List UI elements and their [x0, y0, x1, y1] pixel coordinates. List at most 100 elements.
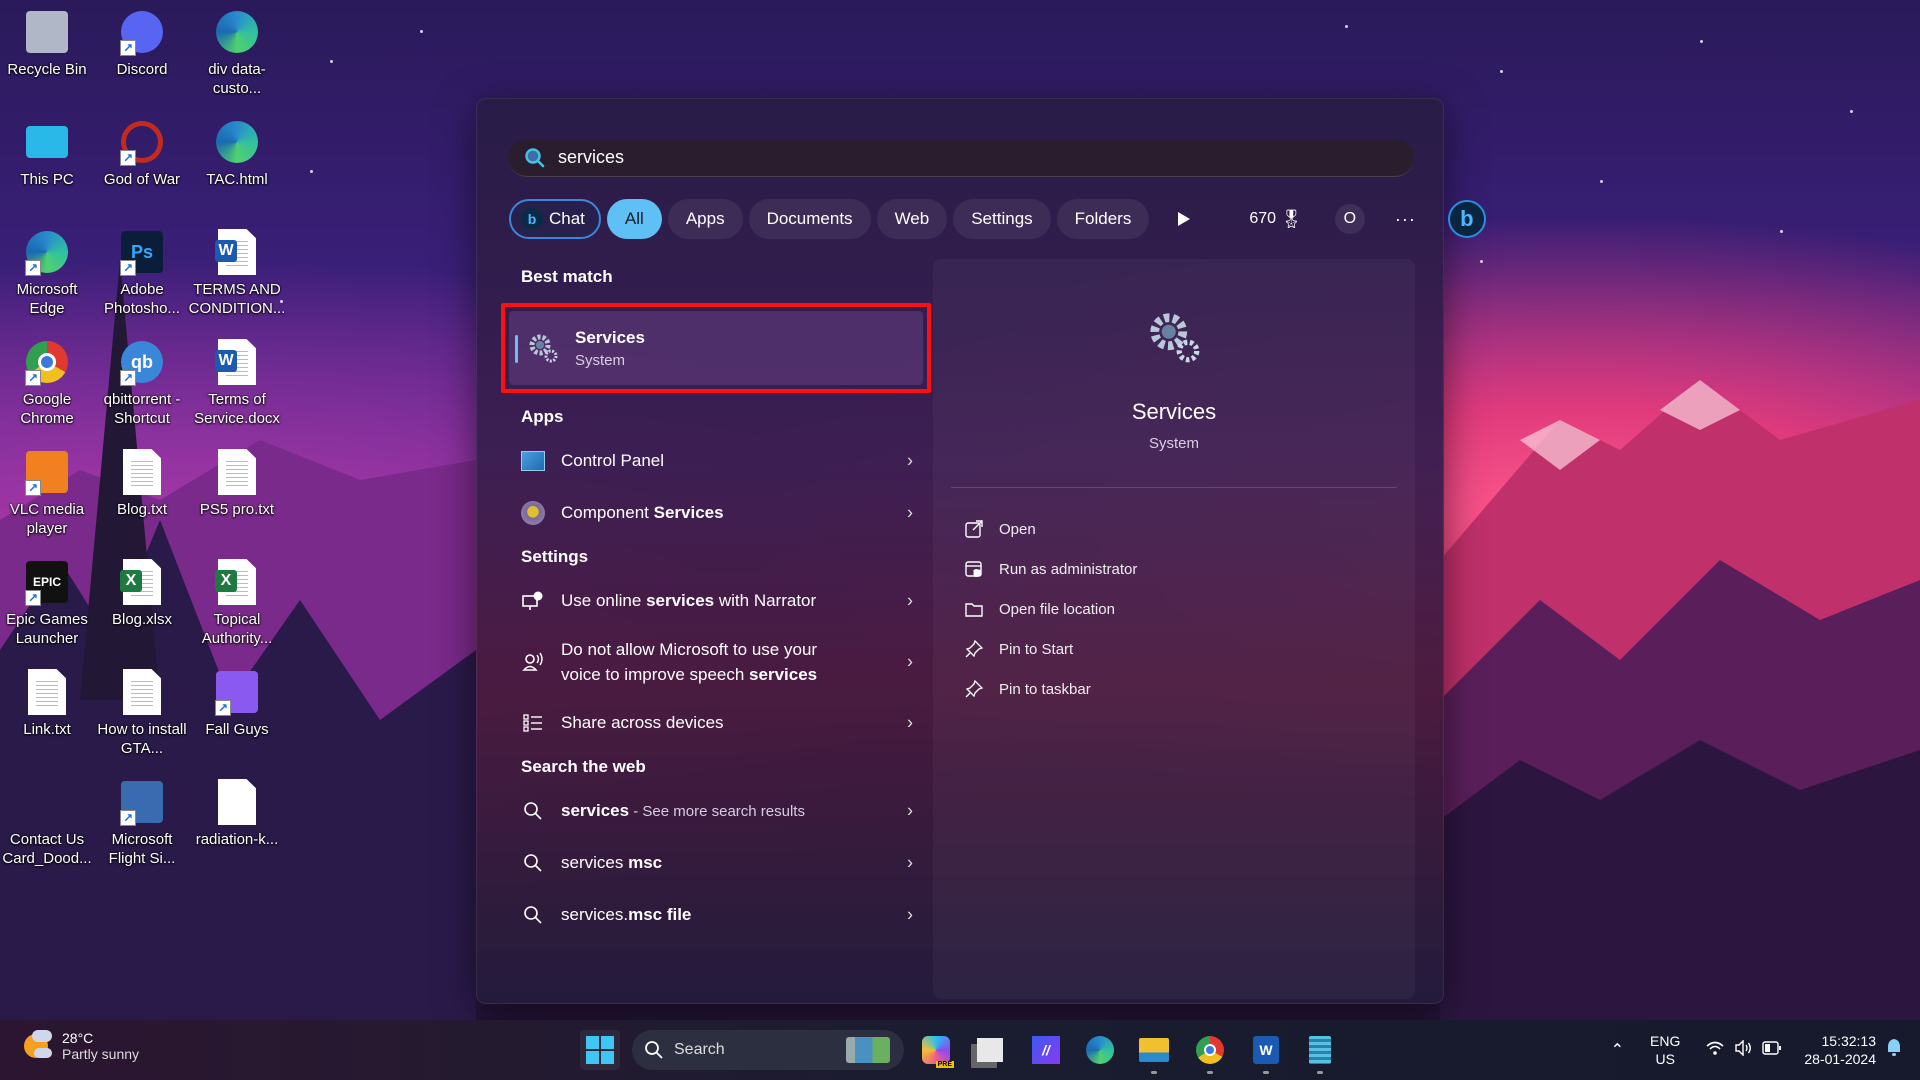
desktop-icon[interactable]: W Terms of Service.docx: [189, 338, 285, 428]
search-icon: [645, 1041, 663, 1059]
action-open[interactable]: Open: [963, 509, 1137, 549]
desktop-icon[interactable]: X Blog.xlsx: [94, 558, 190, 629]
wifi-icon[interactable]: [1706, 1040, 1724, 1061]
desktop-icon[interactable]: Blog.txt: [94, 448, 190, 519]
windows-logo-tile: [601, 1036, 614, 1049]
chevron-right-icon: ›: [907, 712, 913, 733]
web-result-services-msc-file[interactable]: services. msc file ›: [501, 889, 931, 941]
pin-icon: [963, 640, 985, 658]
desktop-icon[interactable]: ↗ VLC media player: [0, 448, 95, 538]
filter-all[interactable]: All: [606, 199, 662, 239]
action-label: Pin to taskbar: [999, 680, 1091, 698]
running-indicator: [1207, 1071, 1213, 1074]
clock[interactable]: 15:32:13 28-01-2024: [1804, 1032, 1876, 1068]
bing-button[interactable]: b: [1447, 200, 1486, 238]
desktop-icon[interactable]: Contact Us Card_Dood...: [0, 778, 95, 868]
result-control-panel[interactable]: Control Panel ›: [501, 435, 931, 487]
shortcut-arrow-icon: ↗: [120, 260, 136, 276]
god-of-war-icon: ↗: [118, 118, 166, 166]
desktop-icon[interactable]: TAC.html: [189, 118, 285, 189]
desktop-icon[interactable]: ↗ Discord: [94, 8, 190, 79]
language-region: US: [1655, 1051, 1675, 1067]
desktop-icon[interactable]: PS5 pro.txt: [189, 448, 285, 519]
desktop-icon[interactable]: div data-custo...: [189, 8, 285, 98]
desktop-icon[interactable]: ↗ Microsoft Edge: [0, 228, 95, 318]
action-pin-to-start[interactable]: Pin to Start: [963, 629, 1137, 669]
desktop-icon[interactable]: How to install GTA...: [94, 668, 190, 758]
filter-apps[interactable]: Apps: [667, 199, 743, 239]
rewards-medal-icon: 🎖: [1280, 208, 1303, 229]
action-open-file-location[interactable]: Open file location: [963, 589, 1137, 629]
desktop-icon-label: TAC.html: [206, 171, 268, 188]
taskbar-word[interactable]: W: [1246, 1030, 1286, 1074]
more-filters-play-button[interactable]: [1177, 199, 1197, 239]
desktop-icon[interactable]: Recycle Bin: [0, 8, 95, 79]
excel-file-icon: X: [213, 558, 261, 606]
desktop-icon-label: TERMS AND CONDITION...: [188, 281, 286, 317]
chevron-right-icon: ›: [907, 502, 913, 523]
taskbar-file-explorer[interactable]: [1134, 1030, 1174, 1074]
search-input[interactable]: [558, 147, 1358, 168]
chevron-right-icon: ›: [907, 450, 913, 471]
bing-chat-icon: b: [521, 208, 543, 230]
taskbar-edge[interactable]: [1080, 1030, 1120, 1070]
show-hidden-icons-chevron-up-icon[interactable]: ⌃: [1611, 1040, 1624, 1060]
taskbar-app-ai[interactable]: //: [1026, 1030, 1066, 1070]
taskbar-notepad[interactable]: [1300, 1030, 1340, 1074]
desktop-icon[interactable]: qb ↗ qbittorrent - Shortcut: [94, 338, 190, 428]
desktop-icon[interactable]: X Topical Authority...: [189, 558, 285, 648]
result-narrator-online-services[interactable]: Use online services with Narrator ›: [501, 575, 931, 627]
preview-title: Services: [1131, 399, 1217, 424]
search-box[interactable]: [508, 139, 1414, 177]
battery-icon[interactable]: [1762, 1040, 1782, 1060]
result-component-services[interactable]: Component Services ›: [501, 487, 931, 539]
weather-widget[interactable]: 28°C Partly sunny: [22, 1030, 139, 1062]
web-result-services[interactable]: services - See more search results ›: [501, 785, 931, 837]
more-options-button[interactable]: ···: [1395, 209, 1416, 230]
running-indicator: [1317, 1071, 1323, 1074]
clock-time: 15:32:13: [1821, 1033, 1877, 1049]
fall-guys-icon: ↗: [213, 668, 261, 716]
text-file-icon: [213, 448, 261, 496]
filter-documents[interactable]: Documents: [748, 199, 871, 239]
desktop-icon[interactable]: ↗ Google Chrome: [0, 338, 95, 428]
search-icon: [519, 849, 547, 877]
shortcut-arrow-icon: ↗: [215, 700, 231, 716]
action-pin-to-taskbar[interactable]: Pin to taskbar: [963, 669, 1137, 709]
volume-icon[interactable]: [1734, 1038, 1752, 1061]
start-button[interactable]: [580, 1030, 620, 1070]
result-speech-services[interactable]: Do not allow Microsoft to use your voice…: [501, 627, 931, 697]
desktop-icon-label: Link.txt: [23, 721, 71, 738]
filter-web[interactable]: Web: [876, 199, 948, 239]
desktop-icon[interactable]: ↗ Microsoft Flight Si...: [94, 778, 190, 868]
taskbar-search[interactable]: Search: [632, 1030, 904, 1070]
epic-games-icon: EPIC ↗: [23, 558, 71, 606]
filter-folders[interactable]: Folders: [1056, 199, 1150, 239]
action-run-as-administrator[interactable]: Run as administrator: [963, 549, 1137, 589]
recycle-bin-icon: [23, 8, 71, 56]
desktop-icon[interactable]: EPIC ↗ Epic Games Launcher: [0, 558, 95, 648]
rewards-points[interactable]: 670 🎖: [1249, 209, 1303, 230]
result-share-across-devices[interactable]: Share across devices ›: [501, 697, 931, 749]
desktop-icon[interactable]: ↗ God of War: [94, 118, 190, 189]
desktop-icon[interactable]: ↗ Fall Guys: [189, 668, 285, 739]
input-language[interactable]: ENG US: [1650, 1032, 1680, 1068]
filter-settings[interactable]: Settings: [953, 199, 1051, 239]
filter-chat[interactable]: b Chat: [509, 199, 601, 239]
taskbar-task-view[interactable]: [970, 1030, 1010, 1070]
taskbar-copilot[interactable]: PRE: [916, 1030, 956, 1070]
web-result-services-msc[interactable]: services msc ›: [501, 837, 931, 889]
desktop-icon[interactable]: This PC: [0, 118, 95, 189]
desktop-icon[interactable]: Ps ↗ Adobe Photosho...: [94, 228, 190, 318]
vlc-icon: ↗: [23, 448, 71, 496]
desktop-icon[interactable]: W TERMS AND CONDITION...: [189, 228, 285, 318]
word-doc-icon: W: [213, 228, 261, 276]
desktop-icon[interactable]: Link.txt: [0, 668, 95, 739]
narrator-icon: [519, 587, 547, 615]
taskbar-chrome[interactable]: [1190, 1030, 1230, 1074]
notification-bell-icon[interactable]: [1886, 1038, 1902, 1063]
profile-button[interactable]: O: [1334, 204, 1365, 234]
desktop-icon[interactable]: radiation-k...: [189, 778, 285, 849]
filter-label: Web: [894, 209, 930, 228]
best-match-item-services[interactable]: Services System: [509, 311, 923, 385]
